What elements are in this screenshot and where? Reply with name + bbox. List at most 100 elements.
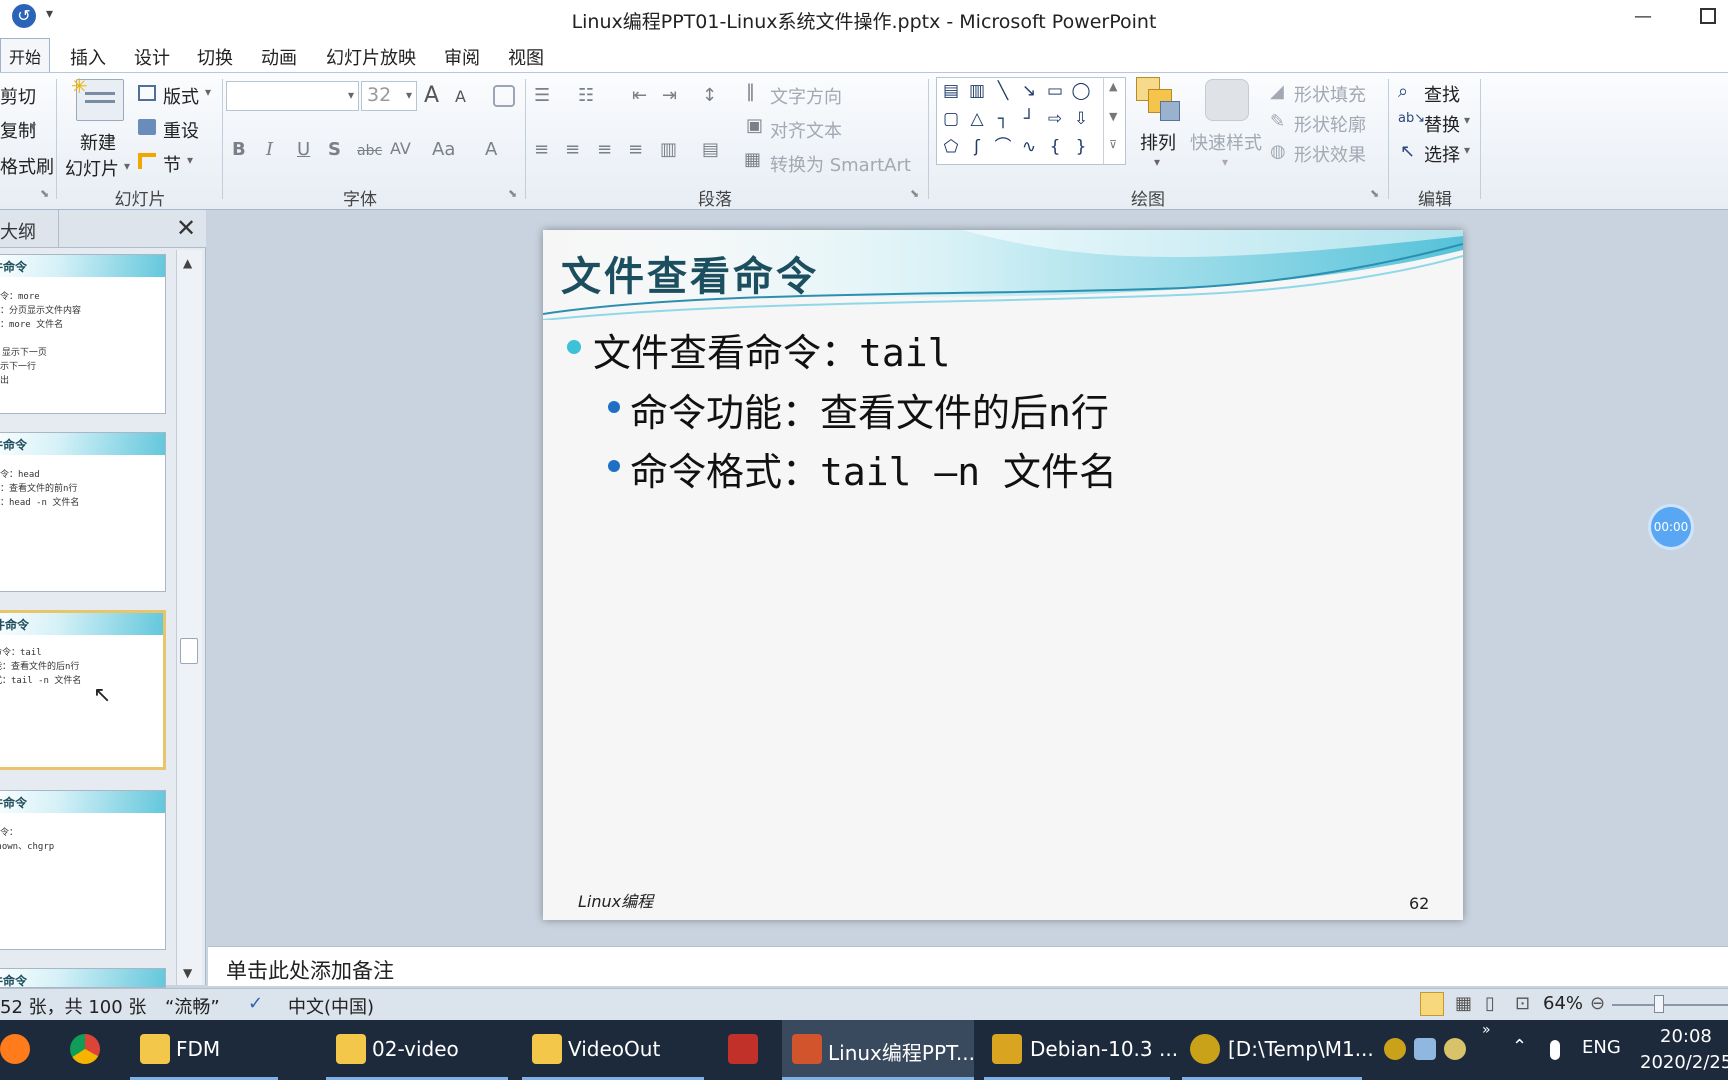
quick-styles-dropdown-icon[interactable]: ▾: [1222, 155, 1228, 169]
strikethrough-button[interactable]: abc: [357, 143, 382, 159]
slide-thumbnail[interactable]: 件命令 命令： chown、chgrp: [0, 790, 166, 950]
arc-shape-icon[interactable]: ⌒: [991, 136, 1015, 158]
bold-button[interactable]: B: [232, 139, 246, 160]
language[interactable]: 中文(中国): [288, 993, 374, 1019]
underline-button[interactable]: U: [297, 139, 310, 160]
columns-icon[interactable]: ▤: [702, 139, 719, 160]
convert-smartart-button[interactable]: 转换为 SmartArt: [770, 151, 911, 177]
text-direction-button[interactable]: 文字方向: [770, 83, 842, 109]
slide-sorter-icon[interactable]: ▦: [1455, 993, 1472, 1014]
tab-design[interactable]: 设计: [134, 44, 170, 70]
shape-fill-button[interactable]: 形状填充: [1294, 81, 1366, 107]
zoom-level[interactable]: 64%: [1543, 993, 1583, 1014]
font-size-select[interactable]: 32 ▾: [361, 81, 417, 111]
section-button[interactable]: 节: [163, 151, 181, 177]
show-hidden-icons[interactable]: ⌃: [1512, 1036, 1527, 1057]
taskbar-app-fdm[interactable]: FDM: [130, 1020, 278, 1080]
character-spacing-button[interactable]: AV: [390, 139, 411, 158]
slideshow-view-icon[interactable]: ⊡: [1515, 993, 1530, 1014]
increase-indent-icon[interactable]: ⇥: [662, 85, 677, 106]
taskbar-app-ultraedit[interactable]: [D:\Temp\M1...: [1182, 1020, 1374, 1080]
shape-outline-button[interactable]: 形状轮廓: [1294, 111, 1366, 137]
microphone-icon[interactable]: [1550, 1040, 1560, 1060]
cut-button[interactable]: 剪切: [0, 83, 36, 109]
tab-home[interactable]: 开始: [0, 38, 50, 72]
line-shape-icon[interactable]: ╲: [991, 80, 1015, 102]
line-spacing-icon[interactable]: ↕: [702, 85, 717, 106]
recorder-icon[interactable]: [728, 1034, 758, 1064]
minimize-button[interactable]: —: [1634, 6, 1652, 27]
tray-overflow-icon[interactable]: »: [1482, 1022, 1491, 1038]
slide-pane-scrollbar[interactable]: ▲ ▼: [176, 250, 202, 985]
italic-button[interactable]: I: [266, 139, 273, 160]
gallery-scroll[interactable]: ▲ ▼ ⊽: [1103, 78, 1126, 164]
rounded-rect-shape-icon[interactable]: ▢: [939, 108, 963, 130]
numbering-icon[interactable]: ☷: [578, 85, 594, 106]
decrease-indent-icon[interactable]: ⇤: [632, 85, 647, 106]
tab-animations[interactable]: 动画: [261, 44, 297, 70]
elbow-connector-shape-icon[interactable]: ┐: [991, 108, 1015, 130]
zoom-slider-track[interactable]: [1612, 1004, 1728, 1006]
taskbar-app-debian[interactable]: Debian-10.3 ...: [984, 1020, 1178, 1080]
curve-shape-icon[interactable]: ∿: [1017, 136, 1041, 158]
shape-effects-button[interactable]: 形状效果: [1294, 141, 1366, 167]
arrange-dropdown-icon[interactable]: ▾: [1154, 155, 1160, 169]
down-arrow-shape-icon[interactable]: ⇩: [1069, 108, 1093, 130]
replace-button[interactable]: 替换: [1424, 111, 1460, 137]
font-name-select[interactable]: ▾: [226, 81, 359, 111]
new-slide-label[interactable]: 新建: [80, 129, 116, 155]
slide-bullet-sub[interactable]: 命令功能：查看文件的后n行: [630, 382, 1109, 437]
new-slide-dropdown-icon[interactable]: ▾: [124, 159, 130, 173]
layout-dropdown-icon[interactable]: ▾: [205, 85, 211, 99]
tab-transitions[interactable]: 切换: [197, 44, 233, 70]
slide-bullet-sub[interactable]: 命令格式：tail –n 文件名: [630, 441, 1117, 496]
chevron-down-icon[interactable]: ▼: [1109, 110, 1117, 123]
change-case-button[interactable]: Aa: [432, 139, 455, 160]
find-button[interactable]: 查找: [1424, 81, 1460, 107]
reading-view-icon[interactable]: ▯: [1485, 993, 1495, 1014]
align-left-icon[interactable]: ≡: [534, 139, 549, 160]
slide-thumbnail[interactable]: 件命令 命令：more 能：分页显示文件内容 式：more 文件名 明 e 显示…: [0, 254, 166, 414]
freeform-shape-icon[interactable]: ⬠: [939, 136, 963, 158]
replace-dropdown-icon[interactable]: ▾: [1464, 113, 1470, 127]
grow-font-icon[interactable]: A: [424, 83, 439, 108]
theme-name[interactable]: “流畅”: [165, 993, 220, 1019]
tray-app-icon[interactable]: [1414, 1038, 1436, 1060]
layout-button[interactable]: 版式: [163, 83, 199, 109]
clipboard-launcher-icon[interactable]: ⬊: [40, 187, 49, 200]
elbow-arrow-shape-icon[interactable]: ┘: [1017, 108, 1041, 130]
slide-thumbnail-selected[interactable]: 件命令 命令：tail 能：查看文件的后n行 式：tail -n 文件名 ↖: [0, 610, 166, 770]
recording-timer[interactable]: 00:00: [1648, 504, 1694, 550]
scroll-thumb[interactable]: [180, 638, 198, 664]
tab-view[interactable]: 视图: [508, 44, 544, 70]
gallery-more-icon[interactable]: ⊽: [1109, 138, 1117, 151]
arrange-icon[interactable]: [1136, 77, 1180, 121]
right-arrow-shape-icon[interactable]: ⇨: [1043, 108, 1067, 130]
notes-pane[interactable]: 单击此处添加备注: [208, 946, 1728, 986]
new-slide-icon[interactable]: ✳: [71, 74, 124, 121]
text-shadow-button[interactable]: S: [328, 139, 341, 160]
arrow-line-shape-icon[interactable]: ↘: [1017, 80, 1041, 102]
tray-ultraedit-icon[interactable]: [1384, 1038, 1406, 1060]
align-text-button[interactable]: 对齐文本: [770, 117, 842, 143]
zoom-out-icon[interactable]: ⊖: [1590, 993, 1605, 1014]
paragraph-launcher-icon[interactable]: ⬊: [910, 187, 919, 200]
normal-view-icon[interactable]: [1420, 992, 1444, 1016]
select-dropdown-icon[interactable]: ▾: [1464, 143, 1470, 157]
slide-thumbnail[interactable]: 件命令: [0, 968, 166, 988]
align-center-icon[interactable]: ≡: [565, 139, 580, 160]
taskbar-app-powerpoint[interactable]: Linux编程PPT...: [782, 1020, 975, 1080]
zoom-slider-thumb[interactable]: [1654, 995, 1664, 1013]
clock-time[interactable]: 20:08: [1660, 1026, 1712, 1047]
scroll-up-icon[interactable]: ▲: [183, 256, 192, 270]
left-brace-shape-icon[interactable]: {: [1043, 136, 1067, 158]
align-right-icon[interactable]: ≡: [597, 139, 612, 160]
rectangle-shape-icon[interactable]: ▭: [1043, 80, 1067, 102]
textbox-shape-icon[interactable]: ▤: [939, 80, 963, 102]
triangle-shape-icon[interactable]: △: [965, 108, 989, 130]
shrink-font-icon[interactable]: A: [455, 87, 466, 106]
copy-dropdown-icon[interactable]: ▾: [30, 119, 36, 133]
clock-date[interactable]: 2020/2/25: [1640, 1052, 1728, 1073]
new-slide-label-2[interactable]: 幻灯片: [65, 155, 119, 181]
input-language[interactable]: ENG: [1582, 1037, 1621, 1058]
